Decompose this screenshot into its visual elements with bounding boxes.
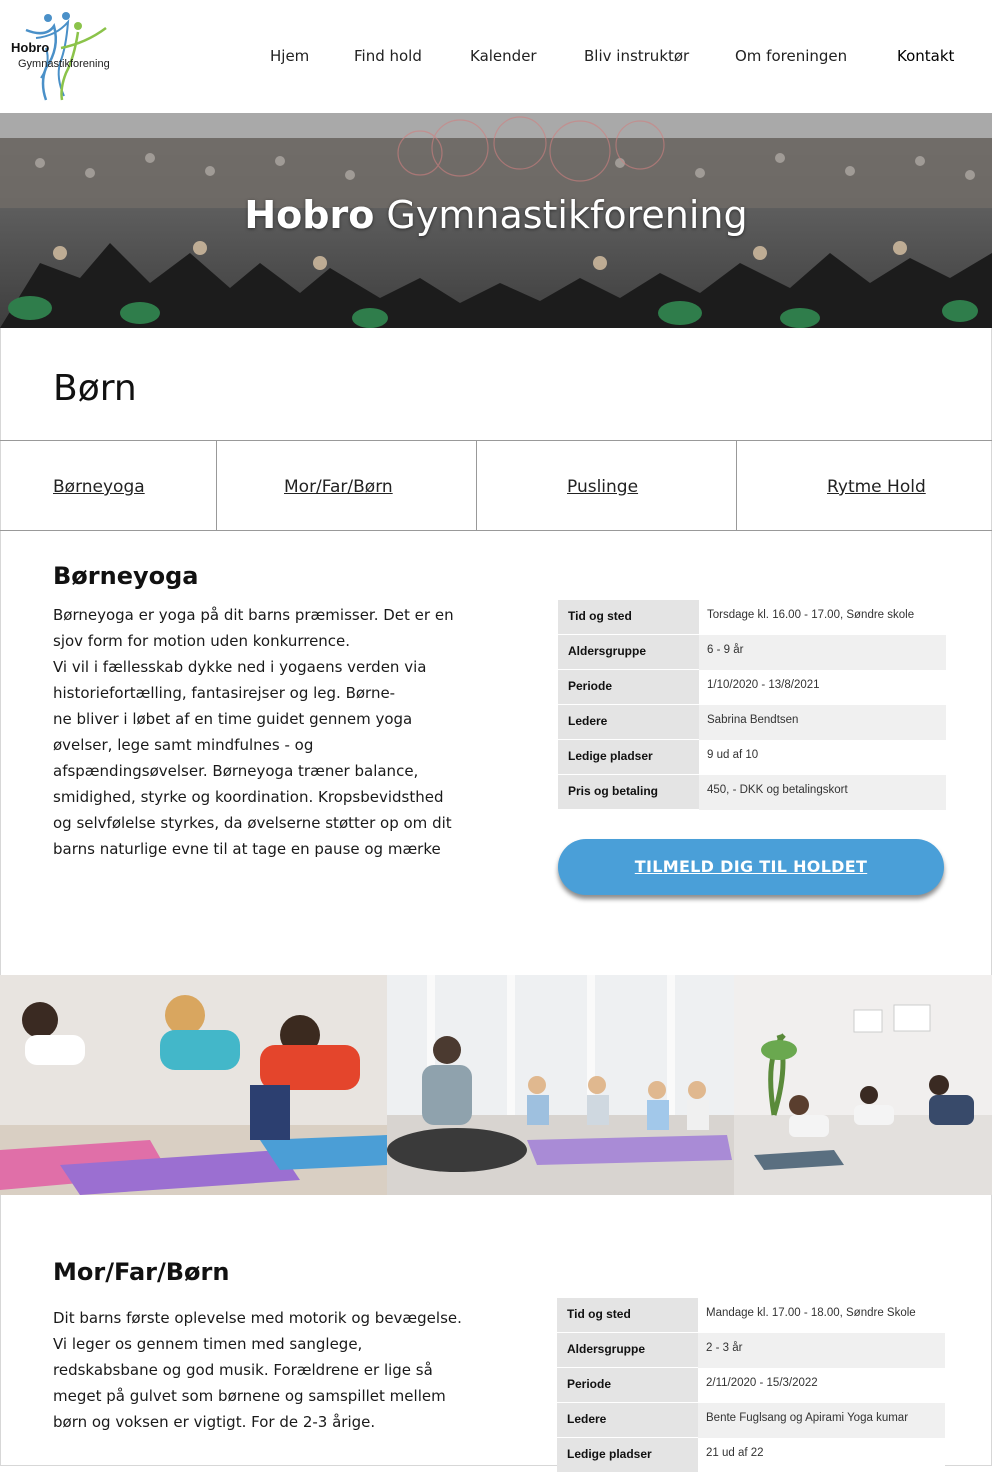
nav-item-hjem[interactable]: Hjem <box>270 47 309 65</box>
photo-gallery <box>0 975 992 1195</box>
nav-item-kontakt[interactable]: Kontakt <box>897 47 954 65</box>
info-row-ledere: Ledere Sabrina Bendtsen <box>558 705 946 740</box>
info-label: Aldersgruppe <box>557 1333 698 1368</box>
kids-stretch-image <box>734 975 992 1195</box>
tab-puslinge: Puslinge <box>477 441 737 530</box>
info-label: Tid og sted <box>558 600 699 635</box>
info-row-ledige-pladser: Ledige pladser 9 ud af 10 <box>558 740 946 775</box>
info-value: 1/10/2020 - 13/8/2021 <box>699 670 946 705</box>
hero-title-bold: Hobro <box>244 193 375 237</box>
tab-rytme-hold: Rytme Hold <box>737 441 992 530</box>
info-row-tid-og-sted: Tid og sted Mandage kl. 17.00 - 18.00, S… <box>557 1298 945 1333</box>
info-label: Pris og betaling <box>558 775 699 810</box>
desc-line: og selvfølelse styrkes, da øvelserne stø… <box>53 814 452 832</box>
info-label: Ledere <box>557 1403 698 1438</box>
tab-link-borneyoga[interactable]: Børneyoga <box>53 477 145 497</box>
info-row-pris-og-betaling: Pris og betaling 450, - DKK og betalings… <box>558 775 946 810</box>
info-label: Ledige pladser <box>558 740 699 775</box>
info-label: Periode <box>558 670 699 705</box>
info-label: Tid og sted <box>557 1298 698 1333</box>
info-row-ledere: Ledere Bente Fuglsang og Apirami Yoga ku… <box>557 1403 945 1438</box>
info-value: 6 - 9 år <box>699 635 946 670</box>
info-row-ledige-pladser: Ledige pladser 21 ud af 22 <box>557 1438 945 1473</box>
yoga-class-image <box>387 975 734 1195</box>
info-value: 450, - DKK og betalingskort <box>699 775 946 810</box>
info-value: Mandage kl. 17.00 - 18.00, Søndre Skole <box>698 1298 945 1333</box>
info-value: Torsdage kl. 16.00 - 17.00, Søndre skole <box>699 600 946 635</box>
desc-line: Børneyoga er yoga på dit barns præmisser… <box>53 606 454 624</box>
signup-button[interactable]: TILMELD DIG TIL HOLDET <box>558 839 944 895</box>
desc-line: børn og voksen er vigtigt. For de 2-3 år… <box>53 1413 376 1431</box>
nav-item-bliv-instruktor[interactable]: Bliv instruktør <box>584 47 689 65</box>
info-value: 9 ud af 10 <box>699 740 946 775</box>
hero-title: Hobro Gymnastikforening <box>0 193 992 237</box>
info-row-periode: Periode 2/11/2020 - 15/3/2022 <box>557 1368 945 1403</box>
nav-item-om-foreningen[interactable]: Om foreningen <box>735 47 847 65</box>
info-row-periode: Periode 1/10/2020 - 13/8/2021 <box>558 670 946 705</box>
nav-item-find-hold[interactable]: Find hold <box>354 47 422 65</box>
kids-yoga-image <box>0 975 387 1195</box>
desc-line: Vi vil i fællesskab dykke ned i yogaens … <box>53 658 427 676</box>
page-title: Børn <box>53 368 137 409</box>
desc-line: afspændingsøvelser. Børneyoga træner bal… <box>53 762 419 780</box>
gallery-photo-kids-stretch <box>734 975 992 1195</box>
info-value: 2/11/2020 - 15/3/2022 <box>698 1368 945 1403</box>
info-value: 21 ud af 22 <box>698 1438 945 1473</box>
nav-item-kalender[interactable]: Kalender <box>470 47 537 65</box>
signup-button-label[interactable]: TILMELD DIG TIL HOLDET <box>635 857 867 876</box>
section-description-borneyoga: Børneyoga er yoga på dit barns præmisser… <box>53 602 493 862</box>
info-label: Periode <box>557 1368 698 1403</box>
tab-link-rytme-hold[interactable]: Rytme Hold <box>827 477 926 497</box>
section-heading-borneyoga: Børneyoga <box>53 562 199 590</box>
info-value: Sabrina Bendtsen <box>699 705 946 740</box>
desc-line: barns naturlige evne til at tage en paus… <box>53 840 441 858</box>
tab-link-mor-far-born[interactable]: Mor/Far/Børn <box>284 477 393 497</box>
tab-borneyoga: Børneyoga <box>0 441 217 530</box>
gallery-photo-yoga-class <box>387 975 734 1195</box>
info-value: 2 - 3 år <box>698 1333 945 1368</box>
desc-line: meget på gulvet som børnene og samspille… <box>53 1387 446 1405</box>
category-tabs: Børneyoga Mor/Far/Børn Puslinge Rytme Ho… <box>0 440 992 531</box>
desc-line: ne bliver i løbet af en time guidet genn… <box>53 710 413 728</box>
desc-line: historiefortælling, fantasirejser og leg… <box>53 684 396 702</box>
site-header: Hobro Gymnastikforening Hjem Find hold K… <box>0 0 992 113</box>
hero-banner: Hobro Gymnastikforening <box>0 113 992 328</box>
info-table-borneyoga: Tid og sted Torsdage kl. 16.00 - 17.00, … <box>558 600 946 810</box>
tab-mor-far-born: Mor/Far/Børn <box>217 441 477 530</box>
desc-line: redskabsbane og god musik. Forældrene er… <box>53 1361 433 1379</box>
hero-title-light: Gymnastikforening <box>386 193 748 237</box>
desc-line: sjov form for motion uden konkurrence. <box>53 632 351 650</box>
desc-line: øvelser, lege samt mindfulnes - og <box>53 736 314 754</box>
info-table-mor-far-born: Tid og sted Mandage kl. 17.00 - 18.00, S… <box>557 1298 945 1473</box>
desc-line: smidighed, styrke og koordination. Krops… <box>53 788 444 806</box>
desc-line: Dit barns første oplevelse med motorik o… <box>53 1309 462 1327</box>
info-label: Ledere <box>558 705 699 740</box>
main-nav: Hjem Find hold Kalender Bliv instruktør … <box>0 47 992 67</box>
info-label: Ledige pladser <box>557 1438 698 1473</box>
info-row-tid-og-sted: Tid og sted Torsdage kl. 16.00 - 17.00, … <box>558 600 946 635</box>
section-heading-mor-far-born: Mor/Far/Børn <box>53 1258 230 1286</box>
gallery-photo-kids-yoga <box>0 975 387 1195</box>
desc-line: Vi leger os gennem timen med sanglege, <box>53 1335 363 1353</box>
info-value: Bente Fuglsang og Apirami Yoga kumar <box>698 1403 945 1438</box>
section-description-mor-far-born: Dit barns første oplevelse med motorik o… <box>53 1305 493 1435</box>
info-row-aldersgruppe: Aldersgruppe 6 - 9 år <box>558 635 946 670</box>
tab-link-puslinge[interactable]: Puslinge <box>567 477 638 497</box>
info-label: Aldersgruppe <box>558 635 699 670</box>
info-row-aldersgruppe: Aldersgruppe 2 - 3 år <box>557 1333 945 1368</box>
